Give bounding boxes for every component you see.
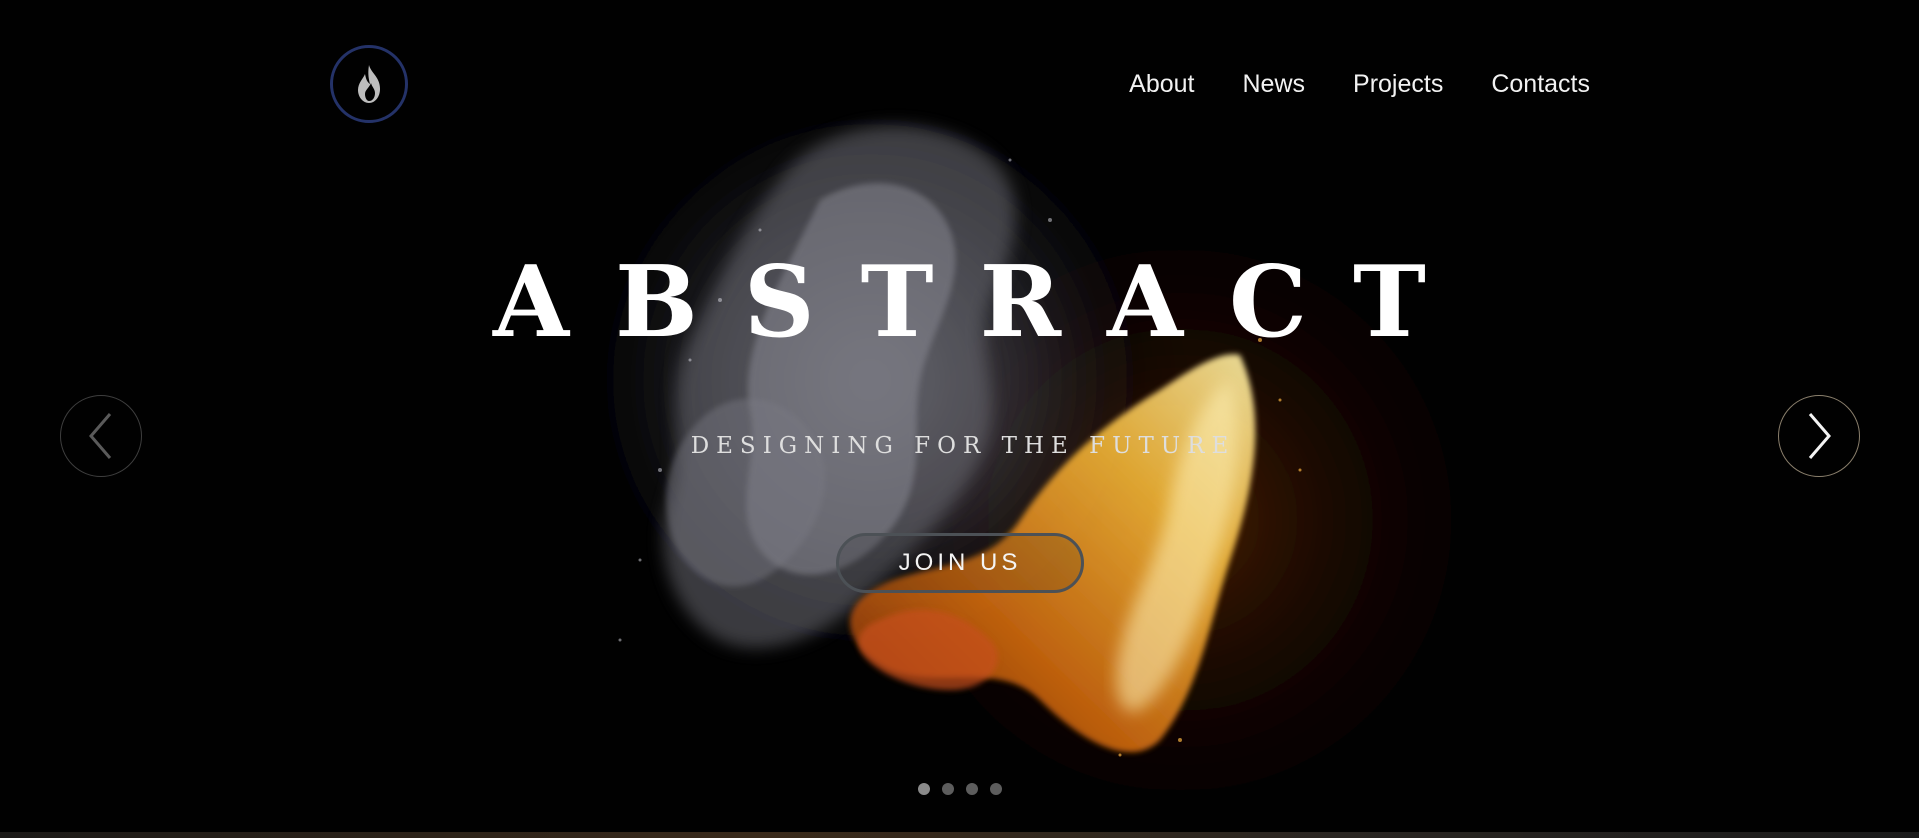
slider-next-button[interactable]: [1778, 395, 1860, 477]
join-us-button[interactable]: JOIN US: [836, 533, 1084, 593]
bottom-border: [0, 832, 1919, 838]
slider-dot-1[interactable]: [918, 783, 930, 795]
nav-link-projects[interactable]: Projects: [1353, 68, 1443, 100]
chevron-left-icon: [89, 413, 112, 459]
main-nav: About News Projects Contacts: [1129, 68, 1590, 100]
slider-pagination: [918, 783, 1002, 795]
chevron-right-icon: [1808, 413, 1831, 459]
hero-title: ABSTRACT: [493, 245, 1472, 360]
hero-background-artwork: [0, 0, 1919, 838]
hero-subtitle: DESIGNING FOR THE FUTURE: [690, 433, 1236, 459]
nav-link-contacts[interactable]: Contacts: [1491, 68, 1590, 100]
flame-icon: [358, 65, 380, 103]
slider-dot-3[interactable]: [966, 783, 978, 795]
nav-link-about[interactable]: About: [1129, 68, 1194, 100]
slider-prev-button[interactable]: [60, 395, 142, 477]
slider-dot-4[interactable]: [990, 783, 1002, 795]
nav-link-news[interactable]: News: [1243, 68, 1306, 100]
page-frame: About News Projects Contacts ABSTRACT DE…: [0, 0, 1919, 838]
logo[interactable]: [330, 45, 408, 123]
slider-dot-2[interactable]: [942, 783, 954, 795]
